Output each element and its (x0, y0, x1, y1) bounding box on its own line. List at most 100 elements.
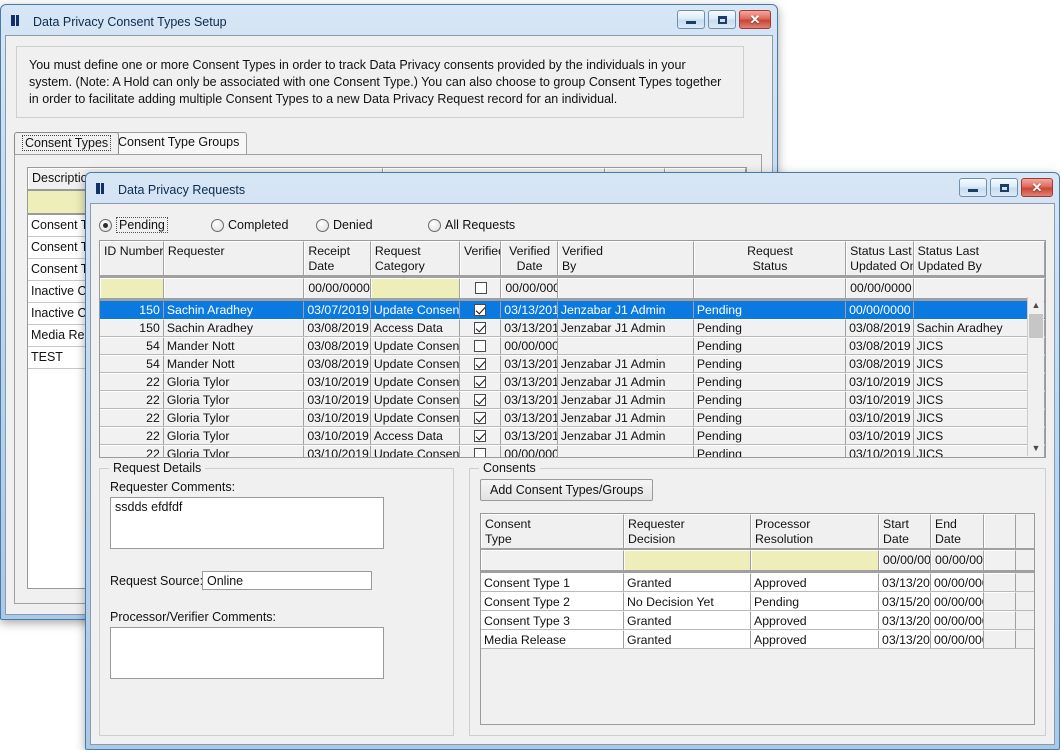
cell-status-updated-by[interactable]: JICS (914, 427, 1045, 444)
cell-verified[interactable] (460, 427, 501, 444)
cell-start-date[interactable]: 03/15/201 (879, 592, 931, 610)
window1-controls[interactable]: ✕ (677, 10, 771, 29)
cell-status-updated-on[interactable]: 03/08/2019 (846, 355, 913, 372)
request-source-input[interactable]: Online (202, 571, 372, 590)
cell-verified-date[interactable]: 00/00/0000 (501, 445, 558, 458)
cell-status-updated-on[interactable]: 03/10/2019 (846, 409, 913, 426)
filter-verified[interactable] (460, 278, 501, 298)
cell-id-number[interactable]: 22 (100, 409, 164, 426)
cell-requester[interactable]: Sachin Aradhey (164, 319, 305, 336)
cell-processor-resolution[interactable]: Approved (751, 630, 879, 648)
cell-request-category[interactable]: Update Consent (371, 337, 460, 354)
column-header-consent-type[interactable]: ConsentType (481, 514, 624, 548)
table-row[interactable]: 22Gloria Tylor03/10/2019Update Consent03… (100, 409, 1045, 427)
column-header-verified-by[interactable]: VerifiedBy (558, 241, 694, 275)
window1-tabstrip[interactable]: Consent Types Consent Type Groups (14, 132, 762, 154)
window2-maximize-button[interactable] (990, 178, 1018, 197)
table-row[interactable]: 22Gloria Tylor03/10/2019Update Consent03… (100, 391, 1045, 409)
cell-verified-by[interactable]: Jenzabar J1 Admin (558, 373, 694, 390)
cell-status-updated-on[interactable]: 03/10/2019 (846, 445, 913, 458)
filter-id-number[interactable] (100, 278, 164, 298)
cell-requester[interactable]: Mander Nott (164, 355, 305, 372)
cell-verified-date[interactable]: 00/00/0000 (501, 337, 558, 354)
table-row[interactable]: 54Mander Nott03/08/2019Update Consent00/… (100, 337, 1045, 355)
cell-requester[interactable]: Gloria Tylor (164, 445, 305, 458)
cell-id-number[interactable]: 54 (100, 355, 164, 372)
window2-close-button[interactable]: ✕ (1021, 178, 1053, 197)
cell-verified-by[interactable]: Jenzabar J1 Admin (558, 319, 694, 336)
cell-verified[interactable] (460, 445, 501, 458)
cell-verified[interactable] (460, 373, 501, 390)
checkbox-icon[interactable] (474, 412, 486, 424)
checkbox-icon[interactable] (474, 394, 486, 406)
cell-processor-resolution[interactable]: Approved (751, 611, 879, 629)
scroll-up-icon[interactable]: ▲ (1028, 297, 1044, 313)
consents-filter-row[interactable]: 00/00/000 00/00/000 (481, 550, 1034, 573)
checkbox-icon[interactable] (474, 448, 486, 458)
cell-verified-by[interactable]: Jenzabar J1 Admin (558, 355, 694, 372)
filter-request-status[interactable] (694, 278, 846, 298)
table-row[interactable]: 54Mander Nott03/08/2019Update Consent03/… (100, 355, 1045, 373)
cell-consent-type[interactable]: Consent Type 1 (481, 573, 624, 591)
column-header-requester-decision[interactable]: RequesterDecision (624, 514, 751, 548)
cell-verified-date[interactable]: 03/13/2019 (501, 301, 558, 318)
cell-start-date[interactable]: 03/13/201 (879, 573, 931, 591)
column-header-status-updated-on[interactable]: Status LastUpdated On (846, 241, 913, 275)
cell-verified-by[interactable]: Jenzabar J1 Admin (558, 391, 694, 408)
cell-requester-decision[interactable]: Granted (624, 630, 751, 648)
tab-consent-types[interactable]: Consent Types (14, 132, 119, 154)
cell-id-number[interactable]: 150 (100, 301, 164, 318)
cell-processor-resolution[interactable]: Pending (751, 592, 879, 610)
scrollbar-thumb[interactable] (1029, 314, 1043, 338)
checkbox-icon[interactable] (474, 430, 486, 442)
cell-verified[interactable] (460, 409, 501, 426)
cell-request-status[interactable]: Pending (694, 373, 846, 390)
filter-status-updated-by[interactable] (914, 278, 1045, 298)
cell-request-category[interactable]: Update Consent (371, 301, 460, 318)
table-row[interactable]: 150Sachin Aradhey03/07/2019Update Consen… (100, 301, 1045, 319)
cell-id-number[interactable]: 22 (100, 427, 164, 444)
cell-start-date[interactable]: 03/13/201 (879, 611, 931, 629)
column-header-start-date[interactable]: StartDate (879, 514, 931, 548)
column-header-processor-resolution[interactable]: ProcessorResolution (751, 514, 879, 548)
cell-status-updated-by[interactable]: JICS (914, 355, 1045, 372)
cell-verified-date[interactable]: 03/13/2019 (501, 427, 558, 444)
tab-consent-type-groups[interactable]: Consent Type Groups (110, 132, 247, 154)
table-row[interactable]: 22Gloria Tylor03/10/2019Update Consent00… (100, 445, 1045, 458)
cell-receipt-date[interactable]: 03/10/2019 (304, 391, 371, 408)
filter-end-date[interactable]: 00/00/000 (931, 550, 984, 570)
cell-requester[interactable]: Gloria Tylor (164, 391, 305, 408)
cell-receipt-date[interactable]: 03/08/2019 (304, 337, 371, 354)
request-filter-radiogroup[interactable]: Pending Completed Denied All Requests (99, 212, 1046, 238)
cell-status-updated-by[interactable] (914, 301, 1045, 318)
cell-consent-type[interactable]: Consent Type 2 (481, 592, 624, 610)
cell-receipt-date[interactable]: 03/07/2019 (304, 301, 371, 318)
cell-status-updated-on[interactable]: 03/08/2019 (846, 319, 913, 336)
table-row[interactable]: 22Gloria Tylor03/10/2019Access Data03/13… (100, 427, 1045, 445)
cell-requester[interactable]: Gloria Tylor (164, 373, 305, 390)
cell-consent-type[interactable]: Consent Type 3 (481, 611, 624, 629)
cell-verified-by[interactable]: Jenzabar J1 Admin (558, 301, 694, 318)
requests-filter-row[interactable]: 00/00/0000 00/00/0000 00/00/0000 (100, 278, 1045, 301)
cell-status-updated-on[interactable]: 03/10/2019 (846, 373, 913, 390)
filter-start-date[interactable]: 00/00/000 (879, 550, 931, 570)
cell-receipt-date[interactable]: 03/10/2019 (304, 409, 371, 426)
cell-verified-by[interactable]: Jenzabar J1 Admin (558, 409, 694, 426)
cell-status-updated-on[interactable]: 00/00/0000 (846, 301, 913, 318)
cell-end-date[interactable]: 00/00/000 (931, 611, 984, 629)
cell-status-updated-by[interactable]: JICS (914, 409, 1045, 426)
window2-minimize-button[interactable] (959, 178, 987, 197)
column-header-verified[interactable]: Verified? (460, 241, 501, 275)
cell-status-updated-by[interactable]: JICS (914, 373, 1045, 390)
radio-all-requests[interactable]: All Requests (428, 218, 515, 232)
cell-consent-type[interactable]: Media Release (481, 630, 624, 648)
column-header-id-number[interactable]: ID Number (100, 241, 164, 275)
cell-status-updated-on[interactable]: 03/10/2019 (846, 391, 913, 408)
cell-requester[interactable]: Gloria Tylor (164, 427, 305, 444)
cell-request-category[interactable]: Access Data (371, 319, 460, 336)
table-row[interactable]: Consent Type 1GrantedApproved03/13/20100… (481, 573, 1034, 592)
cell-request-category[interactable]: Update Consent (371, 445, 460, 458)
cell-verified-by[interactable]: Jenzabar J1 Admin (558, 427, 694, 444)
cell-status-updated-by[interactable]: Sachin Aradhey (914, 319, 1045, 336)
window2-titlebar[interactable]: Data Privacy Requests ✕ (90, 177, 1055, 203)
